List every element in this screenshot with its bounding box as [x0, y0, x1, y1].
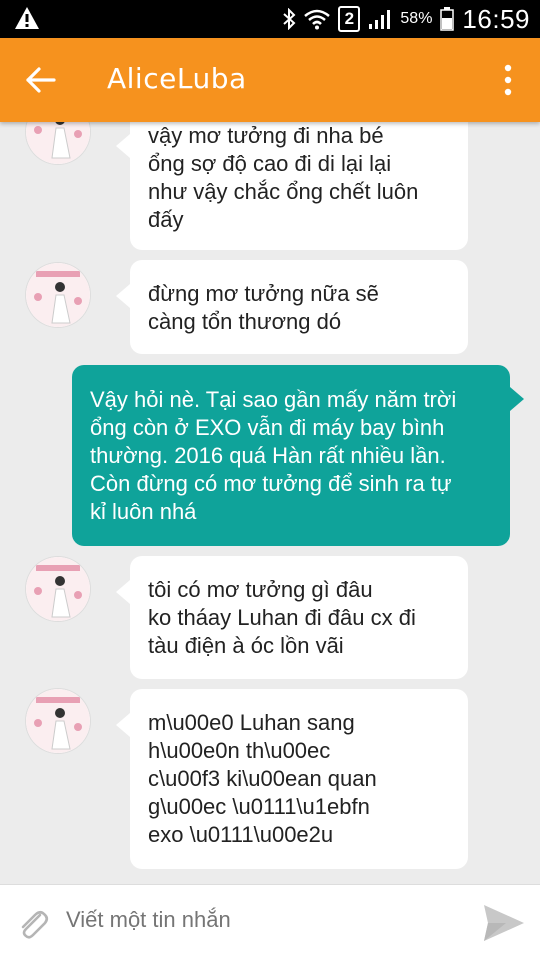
avatar-image — [26, 263, 90, 327]
message-bubble-incoming[interactable]: tôi có mơ tưởng gì đâu ko tháay Luhan đi… — [116, 556, 468, 679]
avatar[interactable] — [26, 263, 90, 327]
message-text-line: như vậy chắc ổng chết luôn — [148, 179, 419, 204]
app-bar: AliceLuba — [0, 38, 540, 122]
more-options-button[interactable] — [498, 62, 518, 98]
signal-icon — [369, 10, 391, 29]
message-text-line: kỉ luôn nhá — [90, 499, 197, 524]
avatar-image — [26, 122, 90, 164]
avatar[interactable] — [26, 557, 90, 621]
message-text-line: Vậy hỏi nè. Tại sao gần mấy năm trời — [90, 387, 457, 412]
message-text-line: exo \u0111\u00e2u — [148, 822, 334, 847]
message-text-line: Còn đừng có mơ tưởng để sinh ra tự — [90, 471, 452, 496]
message-text-line: vậy mơ tưởng đi nha bé — [148, 123, 384, 148]
message-input[interactable] — [66, 907, 446, 933]
attach-button[interactable] — [14, 905, 52, 943]
battery-percent: 58% — [400, 10, 433, 27]
avatar[interactable] — [26, 122, 90, 164]
avatar[interactable] — [26, 689, 90, 753]
clock: 16:59 — [462, 3, 530, 34]
back-button[interactable] — [24, 63, 58, 97]
send-button[interactable] — [482, 903, 526, 943]
bluetooth-icon — [283, 8, 296, 30]
message-text-line: m\u00e0 Luhan sang — [148, 710, 355, 735]
status-bar: 2 58% 16:59 — [0, 0, 540, 38]
message-text-line: đấy — [148, 207, 184, 232]
message-text-line: đừng mơ tưởng nữa sẽ — [148, 281, 379, 306]
battery-icon — [440, 7, 455, 31]
message-text-line: ổng sợ độ cao đi di lại lại — [148, 151, 392, 176]
wifi-icon — [304, 9, 331, 30]
message-bubble-outgoing[interactable]: Vậy hỏi nè. Tại sao gần mấy năm trời ổng… — [72, 365, 524, 546]
message-text-line: ko tháay Luhan đi đâu cx đi — [148, 605, 416, 630]
message-list[interactable]: vậy mơ tưởng đi nha bé ổng sợ độ cao đi … — [0, 122, 540, 884]
message-bubble-incoming[interactable]: vậy mơ tưởng đi nha bé ổng sợ độ cao đi … — [116, 122, 468, 250]
avatar-image — [26, 689, 90, 753]
message-text-line: h\u00e0n th\u00ec — [148, 738, 331, 763]
message-text-line: càng tổn thương dó — [148, 309, 342, 334]
warning-icon — [15, 7, 39, 29]
sim-slot-badge: 2 — [338, 6, 361, 32]
conversation-title: AliceLuba — [107, 62, 247, 95]
message-bubble-incoming[interactable]: m\u00e0 Luhan sang h\u00e0n th\u00ec c\u… — [116, 689, 468, 869]
message-composer — [0, 884, 540, 961]
message-text-line: ổng còn ở EXO vẫn đi máy bay bình — [90, 415, 445, 440]
message-bubble-incoming[interactable]: đừng mơ tưởng nữa sẽ càng tổn thương dó — [116, 260, 468, 354]
message-text-line: c\u00f3 ki\u00ean quan — [148, 766, 377, 791]
message-text-line: thường. 2016 quá Hàn rất nhiều lần. — [90, 443, 446, 468]
message-text-line: tôi có mơ tưởng gì đâu — [148, 577, 373, 602]
avatar-image — [26, 557, 90, 621]
message-text-line: tàu điện à óc lồn vãi — [148, 633, 344, 658]
message-text-line: g\u00ec \u0111\u1ebfn — [148, 794, 370, 819]
